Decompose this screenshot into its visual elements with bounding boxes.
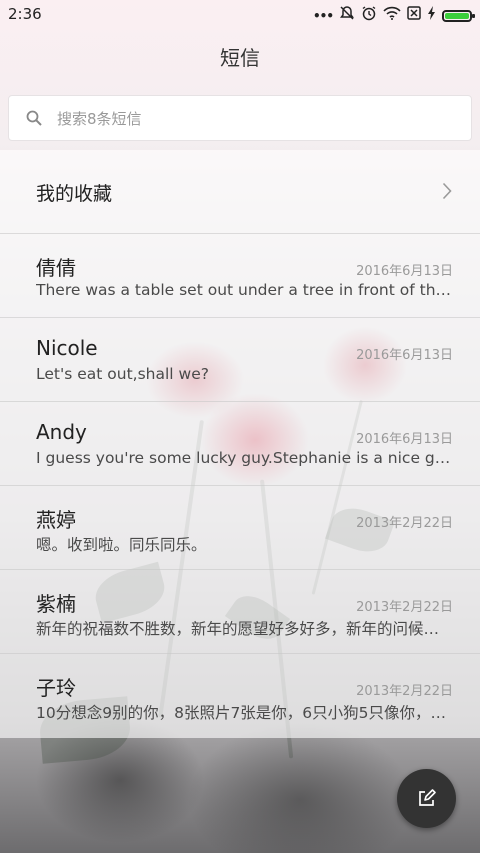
message-sender: Andy [36, 420, 87, 444]
message-date: 2013年2月22日 [356, 516, 453, 531]
message-preview: I guess you're some lucky guy.Stephanie … [36, 449, 454, 467]
message-date: 2016年6月13日 [356, 432, 453, 447]
message-preview: 新年的祝福数不胜数，新年的愿望好多好多，新年的问候千言万语 [36, 620, 454, 638]
page-title: 短信 [220, 46, 260, 70]
favorites-row[interactable]: 我的收藏 [0, 150, 480, 234]
favorites-label: 我的收藏 [36, 183, 113, 205]
message-sender: 燕婷 [36, 508, 76, 532]
message-sender: 紫楠 [36, 592, 76, 616]
message-sender: 倩倩 [36, 256, 76, 280]
chevron-right-icon [442, 182, 452, 200]
more-dots-icon: ••• [312, 8, 334, 23]
message-sender: Nicole [36, 336, 98, 360]
message-row[interactable]: 紫楠 2013年2月22日 新年的祝福数不胜数，新年的愿望好多好多，新年的问候千… [0, 570, 480, 654]
search-input[interactable] [55, 96, 459, 142]
message-sender: 子玲 [36, 676, 76, 700]
search-icon [26, 110, 42, 126]
message-row[interactable]: 燕婷 2013年2月22日 嗯。收到啦。同乐同乐。 [0, 486, 480, 570]
message-date: 2013年2月22日 [356, 600, 453, 615]
message-preview: 嗯。收到啦。同乐同乐。 [36, 536, 207, 554]
charging-icon [427, 6, 436, 25]
message-row[interactable]: Nicole 2016年6月13日 Let's eat out,shall we… [0, 318, 480, 402]
compose-button[interactable] [397, 769, 456, 828]
status-time: 2:36 [8, 5, 42, 23]
message-row[interactable]: 倩倩 2016年6月13日 There was a table set out … [0, 234, 480, 318]
message-date: 2013年2月22日 [356, 684, 453, 699]
message-preview: Let's eat out,shall we? [36, 365, 209, 383]
message-row[interactable]: Andy 2016年6月13日 I guess you're some luck… [0, 402, 480, 486]
message-row[interactable]: 子玲 2013年2月22日 10分想念9别的你，8张照片7张是你，6只小狗5只像… [0, 654, 480, 738]
search-box[interactable] [8, 95, 472, 142]
battery-icon [442, 9, 475, 22]
battery-level-fill [445, 12, 469, 19]
mute-bell-icon [339, 5, 355, 26]
alarm-icon [361, 5, 377, 26]
status-bar: 2:36 ••• [0, 0, 480, 28]
message-date: 2016年6月13日 [356, 264, 453, 279]
no-sim-icon [407, 6, 421, 25]
compose-icon [419, 789, 436, 806]
message-preview: There was a table set out under a tree i… [36, 281, 454, 299]
message-preview: 10分想念9别的你，8张照片7张是你，6只小狗5只像你，4季想你 [36, 704, 454, 722]
wifi-icon [383, 6, 401, 25]
message-date: 2016年6月13日 [356, 348, 453, 363]
status-icons: ••• [312, 5, 475, 26]
message-list: 我的收藏 倩倩 2016年6月13日 There was a table set… [0, 150, 480, 738]
